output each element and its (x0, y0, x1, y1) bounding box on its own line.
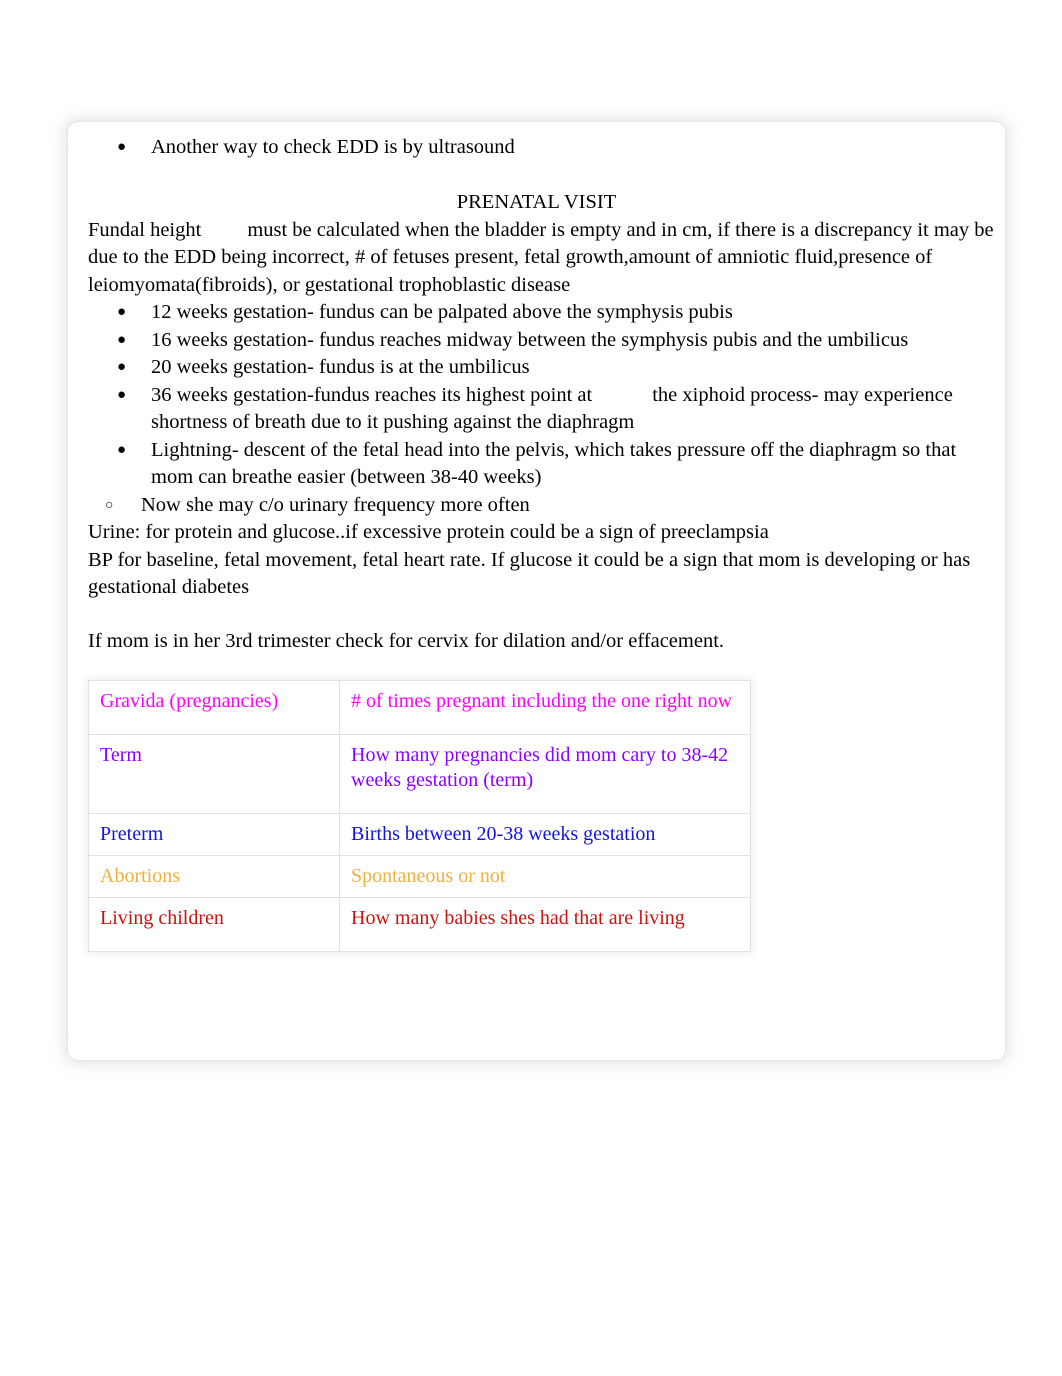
urine-paragraph: Urine: for protein and glucose..if exces… (88, 521, 769, 543)
bullet-disc-icon: ● (117, 441, 127, 458)
intro-bullet-list: ● Another way to check EDD is by ultraso… (79, 134, 994, 162)
table-row: Term How many pregnancies did mom cary t… (88, 734, 751, 814)
list-item: ● 20 weeks gestation- fundus is at the u… (79, 354, 994, 382)
list-item-label: Lightning- descent of the fetal head int… (151, 438, 957, 489)
table-row: Living children How many babies shes had… (88, 897, 751, 952)
list-item-label: 20 weeks gestation- fundus is at the umb… (151, 356, 530, 378)
table-cell-definition: # of times pregnant including the one ri… (339, 680, 751, 735)
gtpal-table: Gravida (pregnancies) # of times pregnan… (88, 680, 751, 952)
list-item-label-part-a: 36 weeks gestation-fundus reaches its hi… (151, 383, 593, 406)
bp-paragraph: BP for baseline, fetal movement, fetal h… (88, 548, 971, 599)
list-item-label: 16 weeks gestation- fundus reaches midwa… (151, 328, 909, 351)
table-row: Abortions Spontaneous or not (88, 855, 751, 898)
table-row: Preterm Births between 20-38 weeks gesta… (88, 813, 751, 856)
fundal-height-label: Fundal height (88, 218, 202, 241)
gtpal-table-body: Gravida (pregnancies) # of times pregnan… (88, 680, 751, 952)
list-item: ● Another way to check EDD is by ultraso… (79, 134, 994, 162)
table-cell-definition: How many pregnancies did mom cary to 38-… (339, 734, 751, 814)
table-cell-definition: Births between 20-38 weeks gestation (339, 813, 751, 856)
fundal-height-paragraph: Fundal height must be calculated when the… (79, 217, 994, 300)
table-cell-term: Abortions (88, 855, 340, 898)
table-cell-definition: Spontaneous or not (339, 855, 751, 898)
table-cell-term: Term (88, 734, 340, 814)
list-item: ● Lightning- descent of the fetal head i… (79, 437, 994, 492)
table-cell-definition: How many babies shes had that are living (339, 897, 751, 952)
gestation-bullet-list: ● 12 weeks gestation- fundus can be palp… (79, 299, 994, 492)
bullet-disc-icon: ● (117, 139, 127, 155)
bullet-disc-icon: ● (117, 304, 127, 320)
document-sheet: ● Another way to check EDD is by ultraso… (68, 122, 1005, 1060)
list-item: ○ Now she may c/o urinary frequency more… (79, 492, 994, 520)
section-heading: PRENATAL VISIT (456, 191, 617, 213)
fundal-height-text: must be calculated when the bladder is e… (88, 218, 994, 296)
list-item-label: 12 weeks gestation- fundus can be palpat… (151, 301, 733, 323)
sub-bullet-list: ○ Now she may c/o urinary frequency more… (79, 492, 994, 520)
trimester-paragraph: If mom is in her 3rd trimester check for… (88, 629, 725, 652)
list-item: ● 36 weeks gestation-fundus reaches its … (79, 382, 994, 437)
bullet-disc-icon: ● (117, 386, 127, 403)
table-cell-term: Living children (88, 897, 340, 952)
table-cell-term: Preterm (88, 813, 340, 856)
list-item: ● 12 weeks gestation- fundus can be palp… (79, 299, 994, 327)
intro-bullet-text: Another way to check EDD is by ultrasoun… (151, 136, 515, 158)
list-item: ● 16 weeks gestation- fundus reaches mid… (79, 327, 994, 355)
sub-bullet-label: Now she may c/o urinary frequency more o… (141, 493, 530, 516)
table-row: Gravida (pregnancies) # of times pregnan… (88, 680, 751, 735)
document-body: ● Another way to check EDD is by ultraso… (79, 134, 994, 1050)
bullet-circle-icon: ○ (105, 497, 114, 513)
bullet-disc-icon: ● (117, 331, 127, 348)
table-cell-term: Gravida (pregnancies) (88, 680, 340, 735)
bullet-disc-icon: ● (117, 359, 127, 375)
